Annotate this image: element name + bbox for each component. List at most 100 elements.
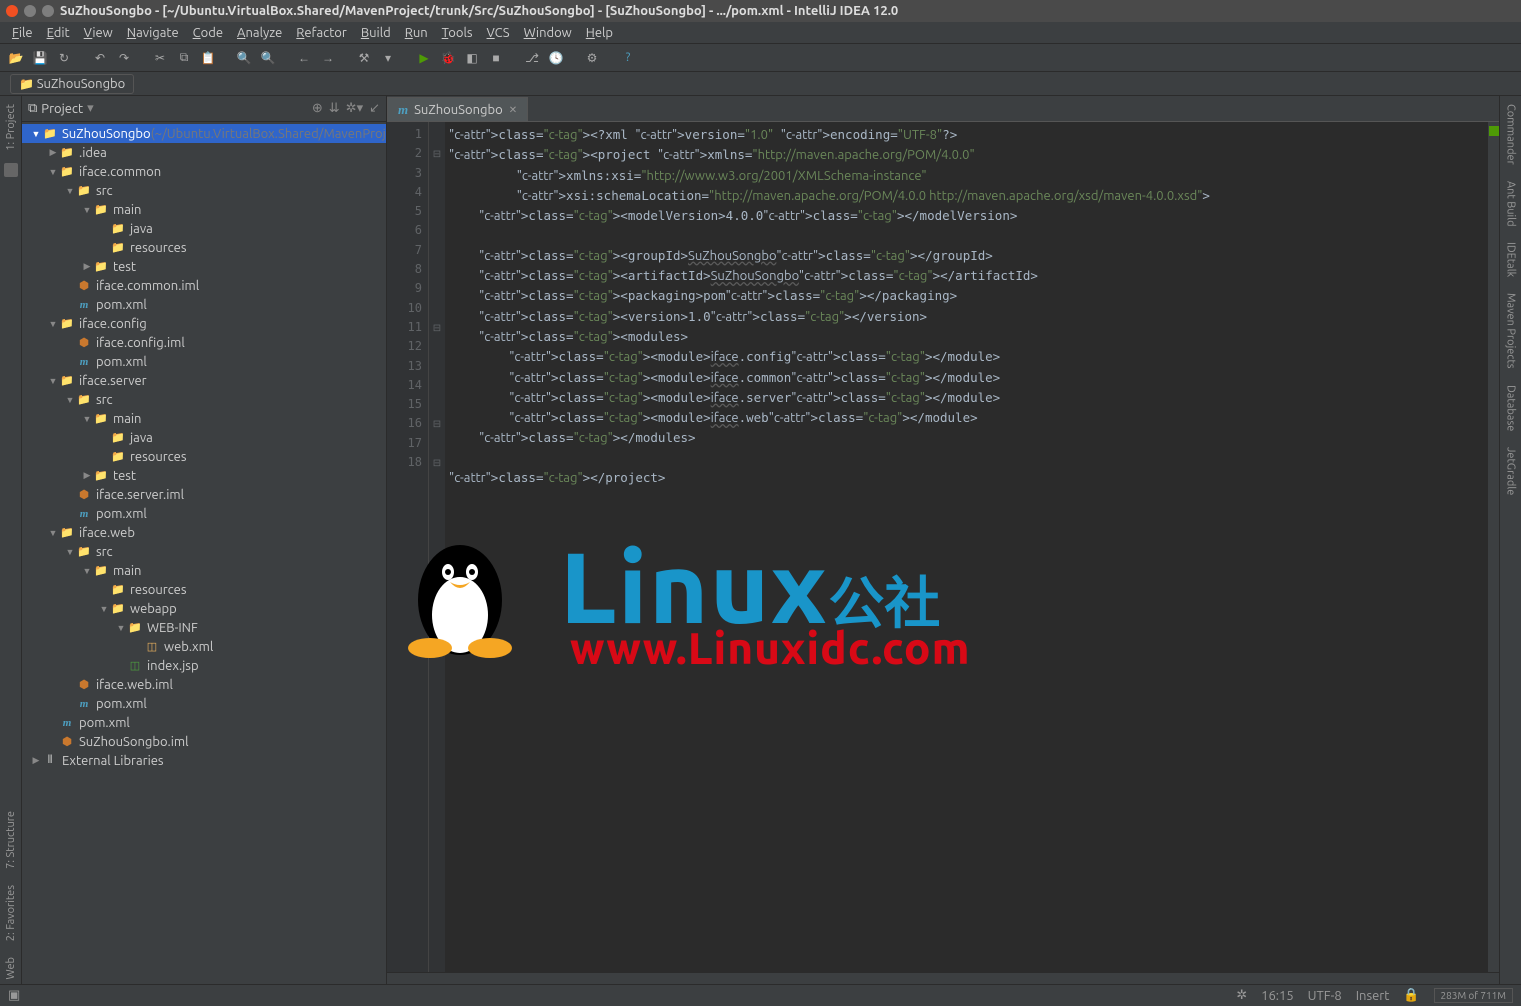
tree-node[interactable]: ◫index.jsp xyxy=(22,656,386,675)
horizontal-scrollbar[interactable] xyxy=(387,972,1499,984)
close-icon[interactable] xyxy=(6,5,18,17)
memory-indicator[interactable]: 283M of 711M xyxy=(1434,988,1513,1003)
tree-node[interactable]: 📁resources xyxy=(22,580,386,599)
minimize-icon[interactable] xyxy=(24,5,36,17)
tree-node[interactable]: ▼📁iface.common xyxy=(22,162,386,181)
tree-node[interactable]: ▼📁src xyxy=(22,542,386,561)
project-header[interactable]: ⧉Project▾ xyxy=(28,101,94,116)
tree-node[interactable]: ▼📁iface.server xyxy=(22,371,386,390)
tool-idetalk[interactable]: IDEtalk xyxy=(1503,238,1519,281)
tool-favorites[interactable]: 2: Favorites xyxy=(3,881,19,945)
tree-node[interactable]: ▼📁main xyxy=(22,409,386,428)
settings-dropdown-icon[interactable]: ✲▾ xyxy=(346,101,363,116)
tree-node[interactable]: mpom.xml xyxy=(22,713,386,732)
open-icon[interactable]: 📂 xyxy=(6,48,26,68)
tree-node[interactable]: ▶📁test xyxy=(22,257,386,276)
stop-icon[interactable]: ■ xyxy=(486,48,506,68)
jrebel-icon[interactable] xyxy=(4,163,18,177)
forward-icon[interactable]: → xyxy=(318,48,338,68)
lock-icon[interactable]: 🔒 xyxy=(1403,988,1419,1003)
debug-icon[interactable]: 🐞 xyxy=(438,48,458,68)
tree-node[interactable]: ◫web.xml xyxy=(22,637,386,656)
replace-icon[interactable]: 🔍 xyxy=(258,48,278,68)
menu-file[interactable]: File xyxy=(8,25,37,41)
collapse-icon[interactable]: ⇊ xyxy=(329,101,340,116)
maximize-icon[interactable] xyxy=(42,5,54,17)
menu-edit[interactable]: Edit xyxy=(43,25,74,41)
tree-node[interactable]: ▼📁iface.web xyxy=(22,523,386,542)
tree-node[interactable]: 📁java xyxy=(22,428,386,447)
tool-structure[interactable]: 7: Structure xyxy=(3,807,19,873)
bg-tasks-icon[interactable]: ✲ xyxy=(1236,988,1247,1003)
save-icon[interactable]: 💾 xyxy=(30,48,50,68)
tool-project[interactable]: 1: Project xyxy=(3,100,19,155)
menu-navigate[interactable]: Navigate xyxy=(123,25,183,41)
menu-vcs[interactable]: VCS xyxy=(483,25,514,41)
insert-mode[interactable]: Insert xyxy=(1356,989,1390,1003)
breadcrumb[interactable]: 📁 SuZhouSongbo xyxy=(10,74,134,94)
run-icon[interactable]: ▶ xyxy=(414,48,434,68)
help-icon[interactable]: ? xyxy=(618,48,638,68)
tree-node[interactable]: ▼📁WEB-INF xyxy=(22,618,386,637)
tree-node[interactable]: 📁java xyxy=(22,219,386,238)
tree-node[interactable]: mpom.xml xyxy=(22,504,386,523)
tree-node[interactable]: ▼📁SuZhouSongbo (~/Ubuntu.VirtualBox.Shar… xyxy=(22,124,386,143)
tree-node[interactable]: mpom.xml xyxy=(22,694,386,713)
copy-icon[interactable]: ⧉ xyxy=(174,48,194,68)
menu-help[interactable]: Help xyxy=(582,25,617,41)
menu-tools[interactable]: Tools xyxy=(438,25,477,41)
scroll-to-icon[interactable]: ⊕ xyxy=(312,101,323,116)
tree-node[interactable]: mpom.xml xyxy=(22,352,386,371)
tree-node[interactable]: ⬢iface.config.iml xyxy=(22,333,386,352)
back-icon[interactable]: ← xyxy=(294,48,314,68)
tree-node[interactable]: ⬢iface.common.iml xyxy=(22,276,386,295)
tree-node[interactable]: ▼📁src xyxy=(22,390,386,409)
caret-position[interactable]: 16:15 xyxy=(1261,989,1294,1003)
tree-node[interactable]: ▼📁src xyxy=(22,181,386,200)
tool-maven-projects[interactable]: Maven Projects xyxy=(1503,289,1519,373)
tool-database[interactable]: Database xyxy=(1503,381,1519,435)
tree-node[interactable]: 📁resources xyxy=(22,238,386,257)
tree-node[interactable]: ⬢iface.web.iml xyxy=(22,675,386,694)
status-icon[interactable]: ▣ xyxy=(8,988,20,1003)
history-icon[interactable]: 🕓 xyxy=(546,48,566,68)
menu-code[interactable]: Code xyxy=(189,25,227,41)
error-stripe[interactable] xyxy=(1487,122,1499,972)
tree-node[interactable]: mpom.xml xyxy=(22,295,386,314)
tree-node[interactable]: ▶📁test xyxy=(22,466,386,485)
menu-analyze[interactable]: Analyze xyxy=(233,25,286,41)
tool-web[interactable]: Web xyxy=(3,953,19,984)
tree-node[interactable]: ▼📁main xyxy=(22,561,386,580)
close-tab-icon[interactable]: ✕ xyxy=(509,104,517,116)
menu-run[interactable]: Run xyxy=(401,25,432,41)
code-area[interactable]: "c-attr">class="c-tag"><?xml "c-attr">ve… xyxy=(445,122,1487,972)
tree-node[interactable]: ▶⫴External Libraries xyxy=(22,751,386,770)
project-tree[interactable]: ▼📁SuZhouSongbo (~/Ubuntu.VirtualBox.Shar… xyxy=(22,122,386,984)
tree-node[interactable]: ▼📁main xyxy=(22,200,386,219)
find-icon[interactable]: 🔍 xyxy=(234,48,254,68)
tool-commander[interactable]: Commander xyxy=(1503,100,1519,169)
menu-build[interactable]: Build xyxy=(357,25,395,41)
paste-icon[interactable]: 📋 xyxy=(198,48,218,68)
hide-icon[interactable]: ↙ xyxy=(369,101,380,116)
tree-node[interactable]: ⬢iface.server.iml xyxy=(22,485,386,504)
run-config-icon[interactable]: ▾ xyxy=(378,48,398,68)
tool-ant-build[interactable]: Ant Build xyxy=(1503,177,1519,231)
tree-node[interactable]: ▼📁webapp xyxy=(22,599,386,618)
sync-icon[interactable]: ↻ xyxy=(54,48,74,68)
menu-view[interactable]: View xyxy=(80,25,117,41)
tree-node[interactable]: ▼📁iface.config xyxy=(22,314,386,333)
tree-node[interactable]: 📁resources xyxy=(22,447,386,466)
coverage-icon[interactable]: ◧ xyxy=(462,48,482,68)
vcs-icon[interactable]: ⎇ xyxy=(522,48,542,68)
menu-window[interactable]: Window xyxy=(520,25,576,41)
redo-icon[interactable]: ↷ xyxy=(114,48,134,68)
encoding[interactable]: UTF-8 xyxy=(1308,989,1342,1003)
tree-node[interactable]: ▶📁.idea xyxy=(22,143,386,162)
undo-icon[interactable]: ↶ xyxy=(90,48,110,68)
build-icon[interactable]: ⚒ xyxy=(354,48,374,68)
cut-icon[interactable]: ✂ xyxy=(150,48,170,68)
tree-node[interactable]: ⬢SuZhouSongbo.iml xyxy=(22,732,386,751)
tab-suzhousongbo[interactable]: m SuZhouSongbo ✕ xyxy=(387,97,528,121)
settings-icon[interactable]: ⚙ xyxy=(582,48,602,68)
